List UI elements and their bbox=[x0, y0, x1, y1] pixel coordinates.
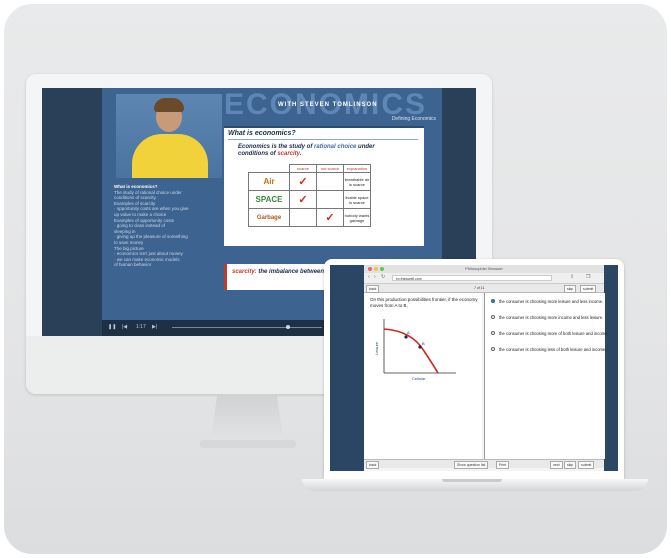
laptop: Philosophie/ Browser ‹ › ↻ ec.thinkwell.… bbox=[324, 259, 624, 479]
table-header: not scarce bbox=[316, 164, 344, 173]
question-list-button[interactable]: Show question list bbox=[454, 461, 489, 469]
answer-option[interactable]: the consumer is choosing more leisure an… bbox=[491, 299, 609, 304]
section-name: Defining Economics bbox=[391, 116, 436, 122]
quiz-bottom-bar: back Show question list Print next skip … bbox=[364, 459, 604, 469]
answer-option[interactable]: the consumer is choosing less of both le… bbox=[491, 347, 609, 352]
url-field[interactable]: ec.thinkwell.com bbox=[392, 275, 552, 281]
next-button[interactable]: next bbox=[550, 461, 563, 469]
table-row: SPACE ✓ livable space is scarce bbox=[248, 190, 371, 209]
radio-selected-icon[interactable] bbox=[491, 299, 495, 303]
answer-option[interactable]: the consumer is choosing more of both le… bbox=[491, 331, 609, 336]
back-button[interactable]: back bbox=[366, 461, 380, 469]
row-label: SPACE bbox=[248, 190, 290, 209]
table-row: Garbage ✓ nobody wants garbage bbox=[248, 208, 371, 227]
monitor-stand bbox=[210, 394, 284, 444]
point-a-label: A bbox=[407, 330, 410, 335]
table-header: explanation bbox=[343, 164, 371, 173]
table-row: Air ✓ breathable air is scarce bbox=[248, 172, 371, 191]
answers-pane: the consumer is choosing more leisure an… bbox=[484, 293, 609, 459]
address-bar: ‹ › ↻ ec.thinkwell.com ⇪ ❐ bbox=[364, 273, 604, 284]
submit-button[interactable]: submit bbox=[580, 285, 597, 293]
monitor-foot bbox=[200, 440, 296, 448]
instructor-name: WITH STEVEN TOMLINSON bbox=[278, 102, 378, 108]
print-button[interactable]: Print bbox=[496, 461, 510, 469]
lecture-notes: What is economics? The study of rational… bbox=[114, 184, 189, 268]
table-header: scarce bbox=[289, 164, 317, 173]
check-icon: ✓ bbox=[289, 172, 317, 191]
nav-back-icon[interactable]: ‹ bbox=[368, 274, 370, 280]
progress-knob[interactable] bbox=[286, 325, 290, 329]
submit-button[interactable]: submit bbox=[578, 461, 595, 469]
window-title: Philosophie/ Browser bbox=[465, 266, 503, 271]
share-icon[interactable]: ⇪ bbox=[570, 274, 574, 280]
pause-icon[interactable]: ❚❚ bbox=[108, 324, 116, 330]
y-axis-label: Leisure bbox=[374, 341, 379, 355]
reload-icon[interactable]: ↻ bbox=[381, 274, 385, 280]
skip-button[interactable]: skip bbox=[564, 285, 577, 293]
back-button[interactable]: back bbox=[366, 285, 380, 293]
scarcity-table: scarce not scarce explanation Air ✓ brea… bbox=[248, 164, 371, 227]
quiz-toolbar: back 7 of 11 skip submit bbox=[364, 284, 604, 293]
radio-icon[interactable] bbox=[491, 315, 495, 319]
answer-option[interactable]: the consumer is choosing more income and… bbox=[491, 315, 609, 320]
progress-bar[interactable] bbox=[172, 327, 322, 328]
slide-title: What is economics? bbox=[228, 130, 296, 137]
time-display: 1:17 bbox=[136, 324, 146, 330]
ppf-graph: A B Leisure Cellular bbox=[374, 319, 456, 381]
close-icon[interactable] bbox=[368, 267, 372, 271]
point-b-label: B bbox=[422, 341, 425, 346]
tabs-icon[interactable]: ❐ bbox=[586, 274, 590, 280]
instructor-video[interactable] bbox=[116, 94, 222, 178]
point-a bbox=[404, 335, 408, 339]
x-axis-label: Cellular bbox=[412, 376, 426, 381]
skip-button[interactable]: skip bbox=[564, 461, 577, 469]
row-label: Air bbox=[248, 172, 290, 191]
laptop-screen: Philosophie/ Browser ‹ › ↻ ec.thinkwell.… bbox=[330, 265, 618, 471]
radio-icon[interactable] bbox=[491, 347, 495, 351]
check-icon: ✓ bbox=[289, 190, 317, 209]
question-pane: On this production possibilities frontie… bbox=[364, 293, 482, 459]
rewind-icon[interactable]: |◀ bbox=[122, 324, 127, 330]
radio-icon[interactable] bbox=[491, 331, 495, 335]
browser-window: Philosophie/ Browser ‹ › ↻ ec.thinkwell.… bbox=[364, 265, 609, 471]
question-text: On this production possibilities frontie… bbox=[370, 297, 478, 308]
check-icon: ✓ bbox=[316, 208, 344, 227]
maximize-icon[interactable] bbox=[380, 267, 384, 271]
row-label: Garbage bbox=[248, 208, 290, 227]
minimize-icon[interactable] bbox=[374, 267, 378, 271]
window-titlebar: Philosophie/ Browser bbox=[364, 265, 604, 273]
product-showcase-card: ECONOMICS WITH STEVEN TOMLINSON Defining… bbox=[4, 4, 667, 554]
ppf-curve bbox=[383, 328, 439, 374]
forward-icon[interactable]: ▶| bbox=[152, 324, 157, 330]
question-counter: 7 of 11 bbox=[474, 286, 485, 290]
laptop-base bbox=[302, 479, 648, 491]
course-banner: ECONOMICS WITH STEVEN TOMLINSON Defining… bbox=[224, 88, 438, 122]
nav-forward-icon[interactable]: › bbox=[374, 274, 376, 280]
slide-definition: Economics is the study of rational choic… bbox=[238, 144, 375, 157]
lecture-slide: What is economics? Economics is the stud… bbox=[224, 126, 424, 246]
